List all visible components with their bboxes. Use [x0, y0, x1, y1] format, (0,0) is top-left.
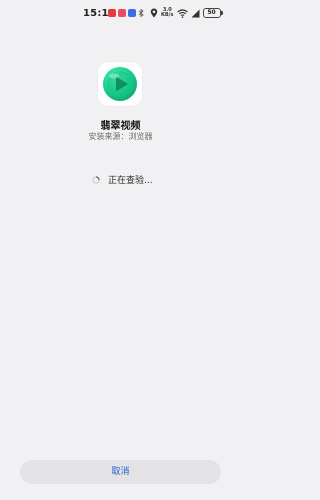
app-notification-icon: [108, 9, 116, 17]
checking-text: 正在查验...: [108, 176, 153, 186]
app-icon: [98, 62, 142, 106]
battery-indicator: 50: [202, 8, 223, 18]
app-notification-icon: [118, 9, 126, 17]
play-icon: [103, 67, 137, 101]
wifi-icon: [176, 8, 188, 18]
app-name: 翡翠视频: [100, 121, 141, 132]
network-speed: 3.0 KB/s: [161, 7, 174, 18]
status-bar: 15:11 3.0 KB/s 50: [0, 0, 241, 30]
install-source: 安装来源：浏览器: [88, 132, 153, 141]
location-icon: [150, 8, 158, 18]
bluetooth-icon: [138, 9, 144, 17]
signal-icon: [191, 9, 199, 17]
cancel-button[interactable]: 取消: [20, 460, 221, 484]
loading-spinner-icon: [92, 175, 100, 184]
checking-status: 正在查验...: [92, 173, 153, 186]
system-icons: 3.0 KB/s 50: [150, 7, 223, 18]
notification-icons: [108, 9, 144, 17]
app-notification-icon: [128, 9, 136, 17]
